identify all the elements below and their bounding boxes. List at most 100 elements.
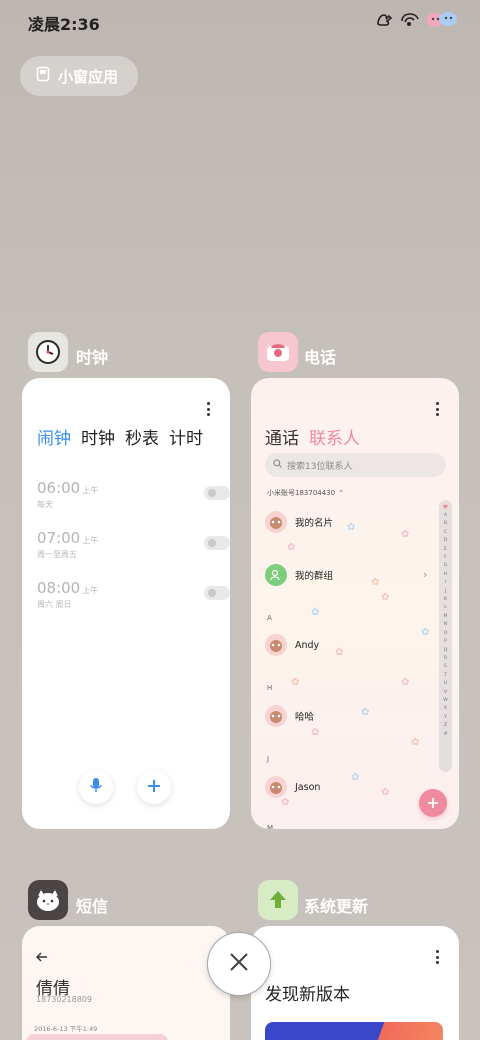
- index-letter[interactable]: M: [444, 613, 448, 621]
- flower-icon: ✿: [381, 787, 390, 798]
- clock-app-card[interactable]: 闹钟 时钟 秒表 计时 06:00 上午 每天 07:00 上午 周一至周五 08:…: [22, 378, 230, 829]
- index-letter[interactable]: C: [444, 529, 447, 537]
- update-more-icon[interactable]: [435, 950, 439, 964]
- flower-icon: ✿: [311, 727, 320, 738]
- alphabet-index-scrollbar[interactable]: ♥ A B C D E F G H I J K L M N O P Q R S …: [439, 500, 452, 772]
- index-letter[interactable]: V: [444, 689, 447, 697]
- voice-alarm-button[interactable]: [79, 770, 113, 804]
- index-letter[interactable]: A: [444, 512, 447, 520]
- update-app-card[interactable]: 发现新版本: [251, 926, 459, 1040]
- clock-app-icon[interactable]: [28, 332, 68, 372]
- plus-icon: [147, 778, 161, 797]
- phone-more-icon[interactable]: [435, 402, 439, 416]
- alarm-toggle[interactable]: [204, 486, 230, 500]
- index-letter[interactable]: T: [444, 672, 447, 680]
- clock-app-label: 时钟: [76, 348, 109, 367]
- flower-icon: ✿: [311, 607, 320, 618]
- contact-search-input[interactable]: 搜索13位联系人: [265, 453, 446, 477]
- phone-app-icon[interactable]: [258, 332, 298, 372]
- flower-icon: ✿: [351, 772, 360, 783]
- alarm-item[interactable]: 07:00 上午 周一至周五: [37, 528, 230, 568]
- flower-icon: ✿: [335, 647, 344, 658]
- phone-tabs: 通话 联系人: [265, 424, 360, 449]
- index-letter[interactable]: S: [444, 663, 447, 671]
- alarm-repeat: 周六 周日: [37, 600, 72, 609]
- chevron-updown-icon: ⌃: [338, 489, 344, 497]
- alarm-toggle[interactable]: [204, 586, 230, 600]
- battery-icon: [426, 10, 458, 28]
- index-letter[interactable]: U: [444, 680, 447, 688]
- index-letter[interactable]: H: [444, 571, 447, 579]
- index-letter[interactable]: W: [443, 697, 448, 705]
- phone-app-label: 电话: [304, 348, 337, 367]
- flower-icon: ✿: [347, 522, 356, 533]
- small-window-icon: [36, 66, 50, 86]
- index-letter[interactable]: Z: [444, 722, 447, 730]
- contact-row[interactable]: Andy: [265, 633, 319, 657]
- contact-row[interactable]: 哈哈: [265, 704, 314, 728]
- index-letter[interactable]: O: [444, 630, 448, 638]
- update-app-icon[interactable]: [258, 880, 298, 920]
- tab-clock[interactable]: 时钟: [81, 424, 115, 449]
- update-app-label: 系统更新: [304, 897, 369, 916]
- flower-icon: ✿: [371, 577, 380, 588]
- index-letter[interactable]: Q: [444, 647, 448, 655]
- contact-name: 我的群组: [295, 571, 334, 582]
- index-letter[interactable]: P: [444, 638, 447, 646]
- contact-name: 哈哈: [295, 712, 315, 723]
- index-letter[interactable]: E: [444, 546, 447, 554]
- small-window-apps-button[interactable]: 小窗应用: [20, 56, 138, 96]
- contact-row[interactable]: Jason: [265, 775, 320, 799]
- clock-tabs: 闹钟 时钟 秒表 计时: [37, 424, 203, 449]
- avatar: [265, 776, 287, 798]
- index-letter[interactable]: K: [444, 596, 447, 604]
- index-letter[interactable]: #: [444, 731, 448, 739]
- close-icon: [228, 951, 250, 977]
- alarm-item[interactable]: 08:00 上午 周六 周日: [37, 578, 230, 618]
- alarm-repeat: 周一至周五: [37, 550, 77, 559]
- sms-app-icon[interactable]: [28, 880, 68, 920]
- contact-my-groups[interactable]: 我的群组: [265, 563, 333, 587]
- tab-contacts[interactable]: 联系人: [309, 424, 360, 449]
- add-alarm-button[interactable]: [137, 770, 171, 804]
- contact-name: Jason: [295, 781, 321, 793]
- index-letter[interactable]: L: [444, 604, 447, 612]
- index-letter[interactable]: N: [444, 621, 447, 629]
- index-letter[interactable]: X: [444, 705, 447, 713]
- section-letter: A: [267, 614, 272, 622]
- flower-icon: ✿: [287, 542, 296, 553]
- contact-name: Andy: [295, 639, 320, 651]
- index-letter[interactable]: I: [445, 579, 446, 587]
- index-letter[interactable]: B: [444, 520, 447, 528]
- contact-my-card[interactable]: 我的名片: [265, 510, 333, 534]
- flower-icon: ✿: [401, 529, 410, 540]
- phone-app-card[interactable]: ✿ ✿ ✿ ✿ ✿ ✿ ✿ ✿ ✿ ✿ ✿ ✿ ✿ ✿ ✿ ✿ 通话 联系人 搜…: [251, 378, 459, 829]
- sms-app-label: 短信: [76, 897, 109, 916]
- tab-calls[interactable]: 通话: [265, 424, 299, 449]
- index-letter[interactable]: Y: [444, 714, 447, 722]
- message-timestamp: 2016-6-13 下午1:49: [34, 1025, 98, 1033]
- tab-stopwatch[interactable]: 秒表: [125, 424, 159, 449]
- alarm-time: 06:00: [37, 479, 81, 497]
- alarm-period: 上午: [82, 486, 99, 495]
- alarm-toggle[interactable]: [204, 536, 230, 550]
- plus-icon: [427, 794, 439, 813]
- index-letter[interactable]: J: [445, 588, 446, 596]
- tab-timer[interactable]: 计时: [169, 424, 203, 449]
- search-icon: [273, 459, 282, 471]
- alarm-item[interactable]: 06:00 上午 每天: [37, 478, 230, 518]
- index-letter[interactable]: G: [444, 562, 448, 570]
- add-contact-button[interactable]: [419, 789, 447, 817]
- status-icons: [374, 10, 458, 28]
- account-selector[interactable]: 小米账号183704430 ⌃: [267, 488, 344, 498]
- back-arrow-icon[interactable]: [36, 947, 48, 966]
- clock-more-icon[interactable]: [206, 402, 210, 416]
- flower-icon: ✿: [401, 677, 410, 688]
- tab-alarm[interactable]: 闹钟: [37, 424, 71, 449]
- index-letter[interactable]: D: [444, 537, 448, 545]
- index-letter[interactable]: R: [444, 655, 447, 663]
- update-banner-image: [265, 1022, 443, 1040]
- index-letter[interactable]: F: [444, 554, 447, 562]
- clear-all-button[interactable]: [207, 932, 271, 996]
- sms-app-card[interactable]: 倩倩 18730218809 2016-6-13 下午1:49: [22, 926, 230, 1040]
